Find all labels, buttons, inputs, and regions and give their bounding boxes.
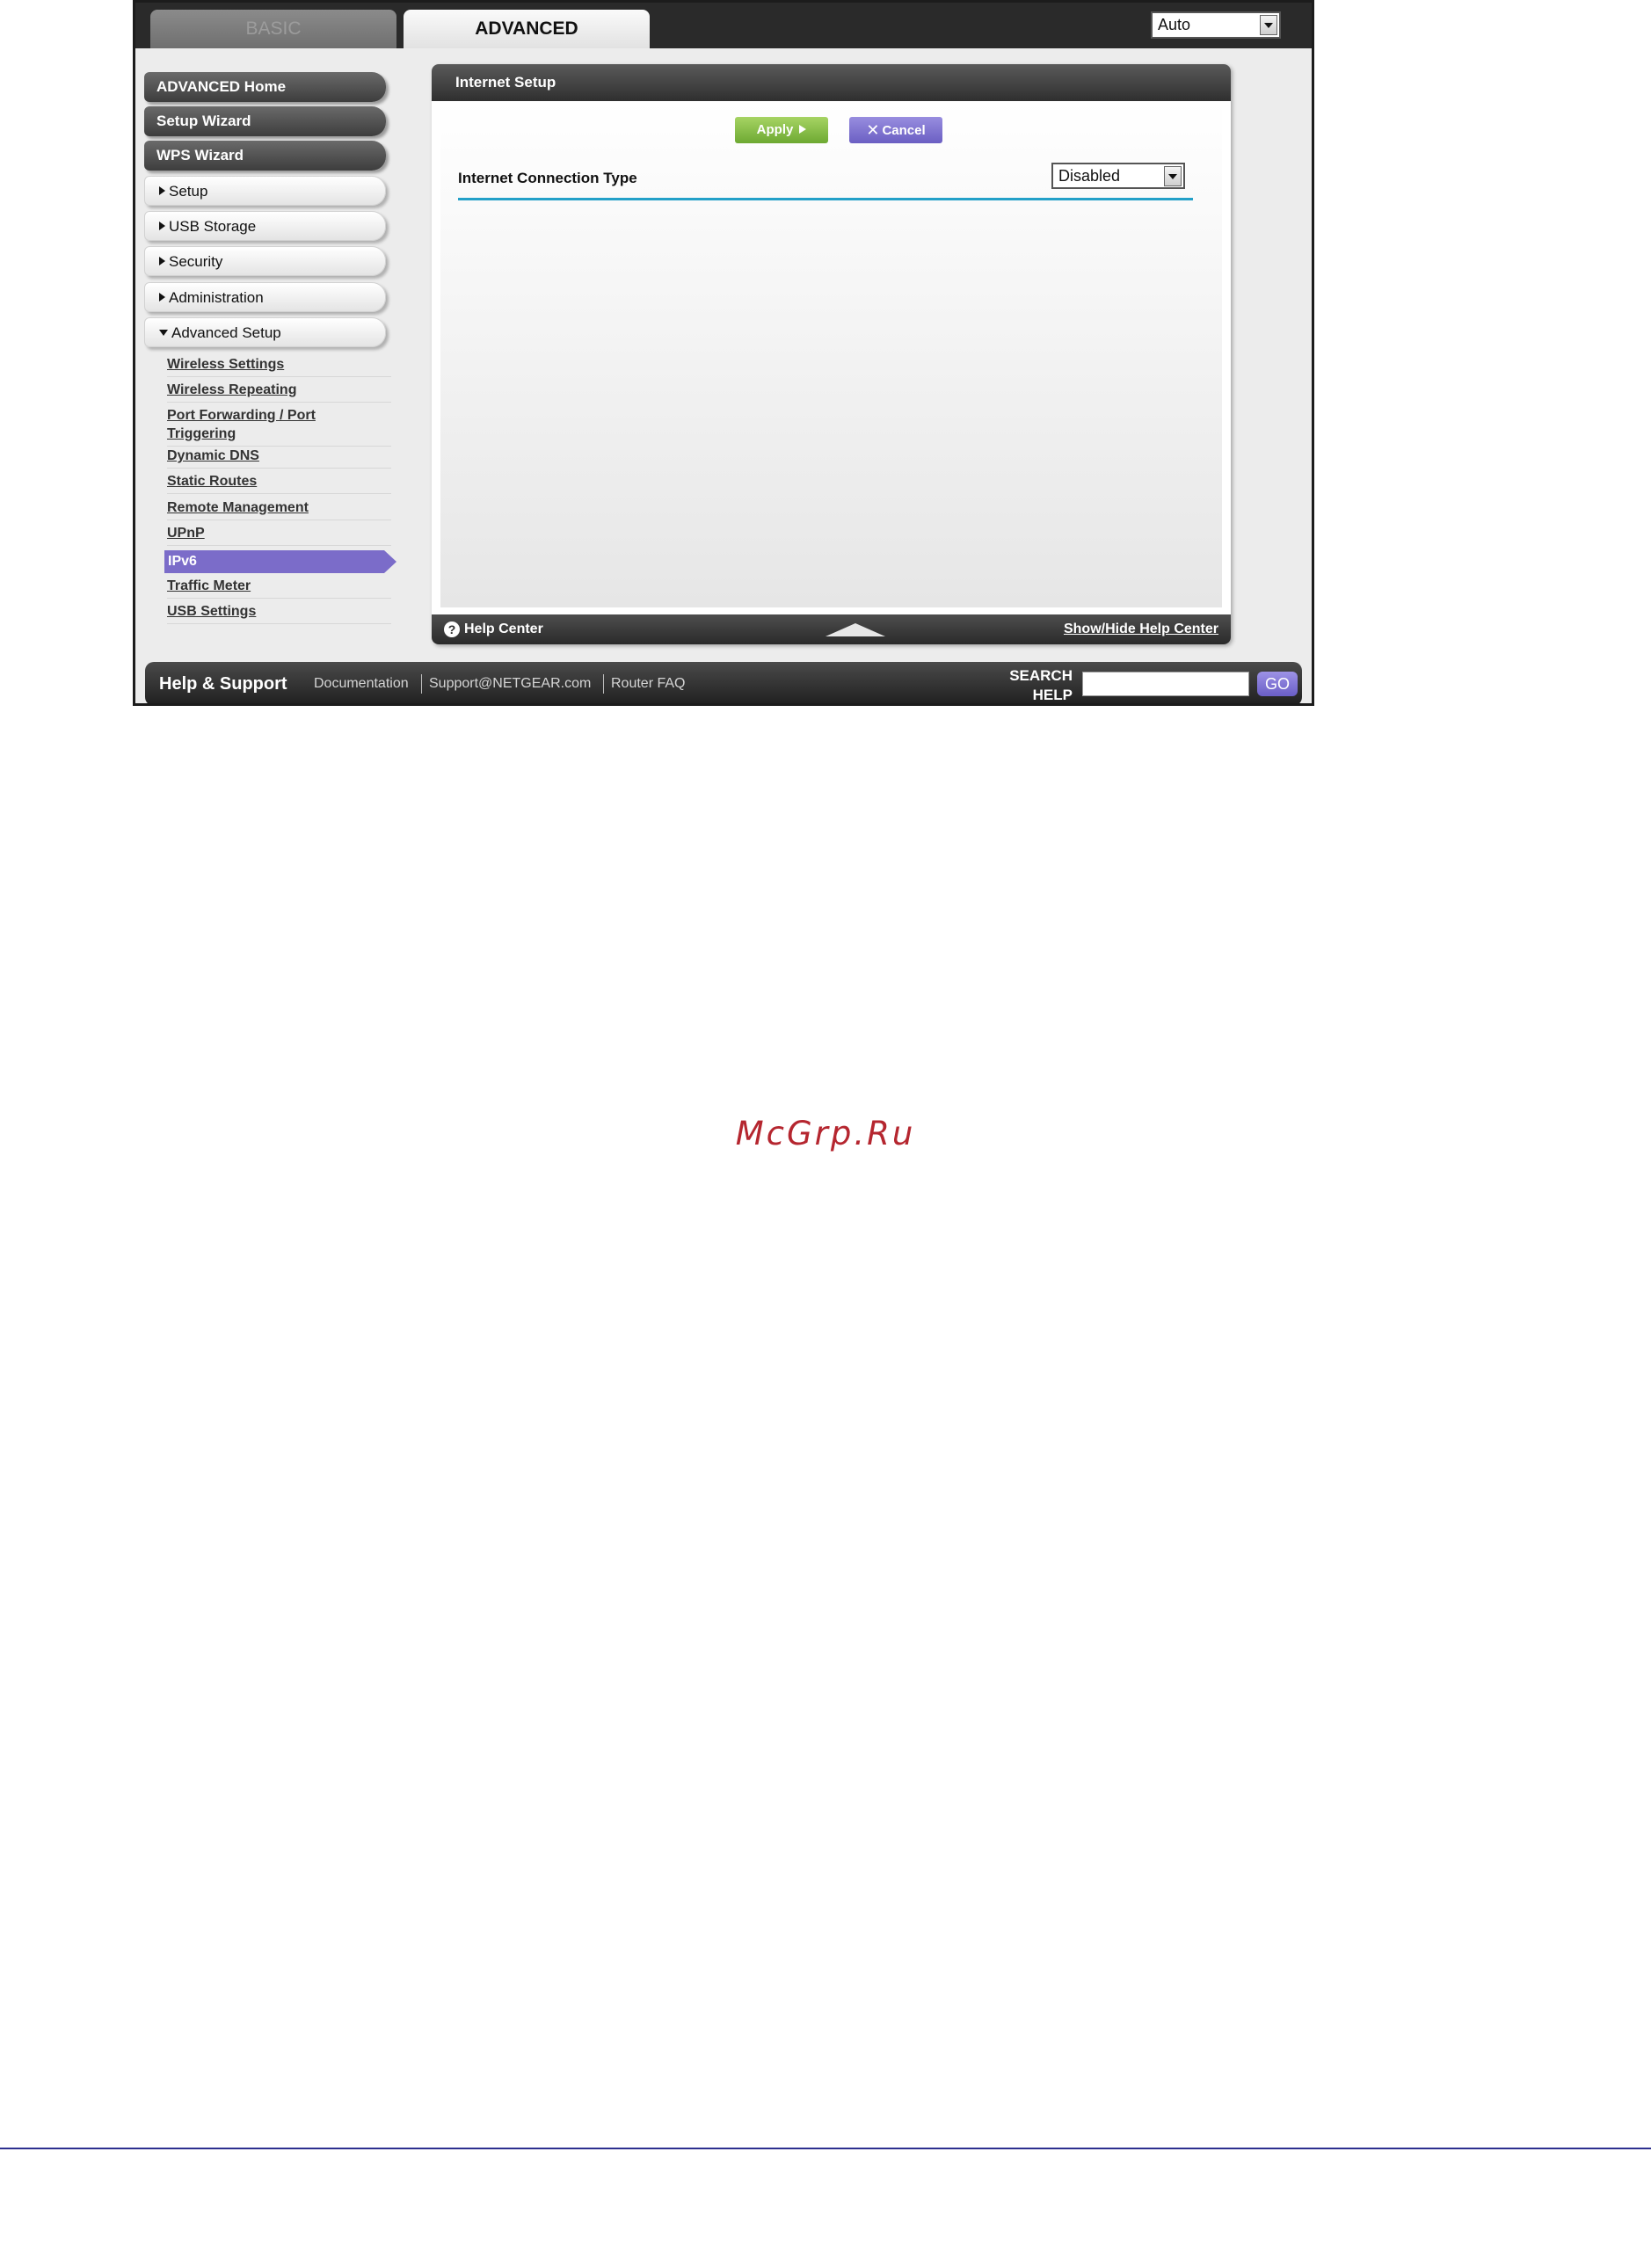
support-email-link[interactable]: Support@NETGEAR.com <box>429 676 591 692</box>
sidebar-item-static-routes[interactable]: Static Routes <box>167 473 391 494</box>
sidebar-section-label: Security <box>169 253 223 270</box>
panel-body: Apply ✕ Cancel Internet Connection Type D… <box>440 101 1222 607</box>
sidebar-section-label: Advanced Setup <box>171 324 281 341</box>
sidebar-item-traffic-meter[interactable]: Traffic Meter <box>167 578 391 599</box>
sidebar-section-usb-storage[interactable]: USB Storage <box>144 211 386 241</box>
dropdown-arrow-icon[interactable] <box>1164 166 1182 186</box>
sidebar-item-wireless-settings[interactable]: Wireless Settings <box>167 356 391 377</box>
play-icon <box>799 125 807 134</box>
sidebar-wps-wizard[interactable]: WPS Wizard <box>144 141 386 171</box>
link-separator <box>421 674 422 694</box>
dropdown-arrow-icon[interactable] <box>1260 15 1277 35</box>
help-center-label: Help Center <box>464 622 543 636</box>
watermark: McGrp.Ru <box>735 1115 916 1152</box>
sidebar-section-setup[interactable]: Setup <box>144 176 386 206</box>
sidebar-item-usb-settings[interactable]: USB Settings <box>167 603 391 624</box>
help-support-title: Help & Support <box>159 674 287 694</box>
sidebar-setup-wizard[interactable]: Setup Wizard <box>144 106 386 136</box>
documentation-link[interactable]: Documentation <box>314 676 409 692</box>
sidebar-section-security[interactable]: Security <box>144 246 386 276</box>
sidebar-section-label: Administration <box>169 289 264 306</box>
show-hide-help-center-link[interactable]: Show/Hide Help Center <box>1064 622 1218 637</box>
question-mark-icon[interactable]: ? <box>444 622 460 637</box>
sidebar-item-ipv6[interactable]: IPv6 <box>164 550 396 573</box>
link-separator <box>603 674 604 694</box>
apply-label: Apply <box>756 122 794 137</box>
expand-up-arrow-icon[interactable] <box>826 623 885 636</box>
search-help-input[interactable] <box>1082 672 1249 696</box>
sidebar-section-label: Setup <box>169 183 208 200</box>
connection-type-label: Internet Connection Type <box>458 170 637 186</box>
sidebar-item-port-forwarding[interactable]: Port Forwarding / Port <box>167 407 391 425</box>
caret-right-icon <box>159 222 165 230</box>
section-divider <box>458 198 1193 200</box>
search-help-line-2: HELP <box>1032 687 1073 703</box>
sidebar-item-upnp[interactable]: UPnP <box>167 525 391 546</box>
tab-advanced[interactable]: ADVANCED <box>404 10 650 48</box>
router-faq-link[interactable]: Router FAQ <box>611 676 685 692</box>
cancel-button[interactable]: ✕ Cancel <box>849 117 942 143</box>
search-help-line-1: SEARCH <box>1009 667 1073 684</box>
caret-right-icon <box>159 257 165 265</box>
help-support-bar: Help & Support Documentation Support@NET… <box>145 662 1302 703</box>
router-admin-window: BASIC ADVANCED Auto ADVANCED Home Setup … <box>133 0 1314 706</box>
sidebar-item-remote-management[interactable]: Remote Management <box>167 499 391 520</box>
caret-right-icon <box>159 293 165 302</box>
close-icon: ✕ <box>866 121 880 139</box>
sidebar-section-administration[interactable]: Administration <box>144 282 386 312</box>
sidebar-item-port-triggering[interactable]: Triggering <box>167 425 391 447</box>
sidebar-section-advanced-setup[interactable]: Advanced Setup <box>144 317 386 347</box>
connection-type-select[interactable]: Disabled <box>1051 163 1185 189</box>
apply-button[interactable]: Apply <box>735 117 828 143</box>
panel-title: Internet Setup <box>432 64 1231 101</box>
sidebar-section-label: USB Storage <box>169 218 257 235</box>
cancel-label: Cancel <box>882 123 926 138</box>
language-select[interactable]: Auto <box>1151 11 1281 39</box>
page-footer-rule <box>0 2148 1651 2149</box>
search-help-label: SEARCH HELP <box>989 666 1073 703</box>
top-tab-bar: BASIC ADVANCED Auto <box>135 3 1312 48</box>
tab-basic[interactable]: BASIC <box>150 10 396 48</box>
internet-setup-panel: Internet Setup Apply ✕ Cancel Internet Co… <box>432 64 1231 644</box>
caret-down-icon <box>159 330 168 336</box>
connection-type-value: Disabled <box>1058 167 1121 185</box>
help-center-bar: ? Help Center Show/Hide Help Center <box>432 614 1231 644</box>
sidebar-item-wireless-repeating[interactable]: Wireless Repeating <box>167 382 391 403</box>
language-select-value: Auto <box>1158 16 1191 33</box>
go-button[interactable]: GO <box>1257 672 1298 696</box>
caret-right-icon <box>159 186 165 195</box>
sidebar-item-dynamic-dns[interactable]: Dynamic DNS <box>167 447 391 469</box>
sidebar-advanced-home[interactable]: ADVANCED Home <box>144 72 386 102</box>
